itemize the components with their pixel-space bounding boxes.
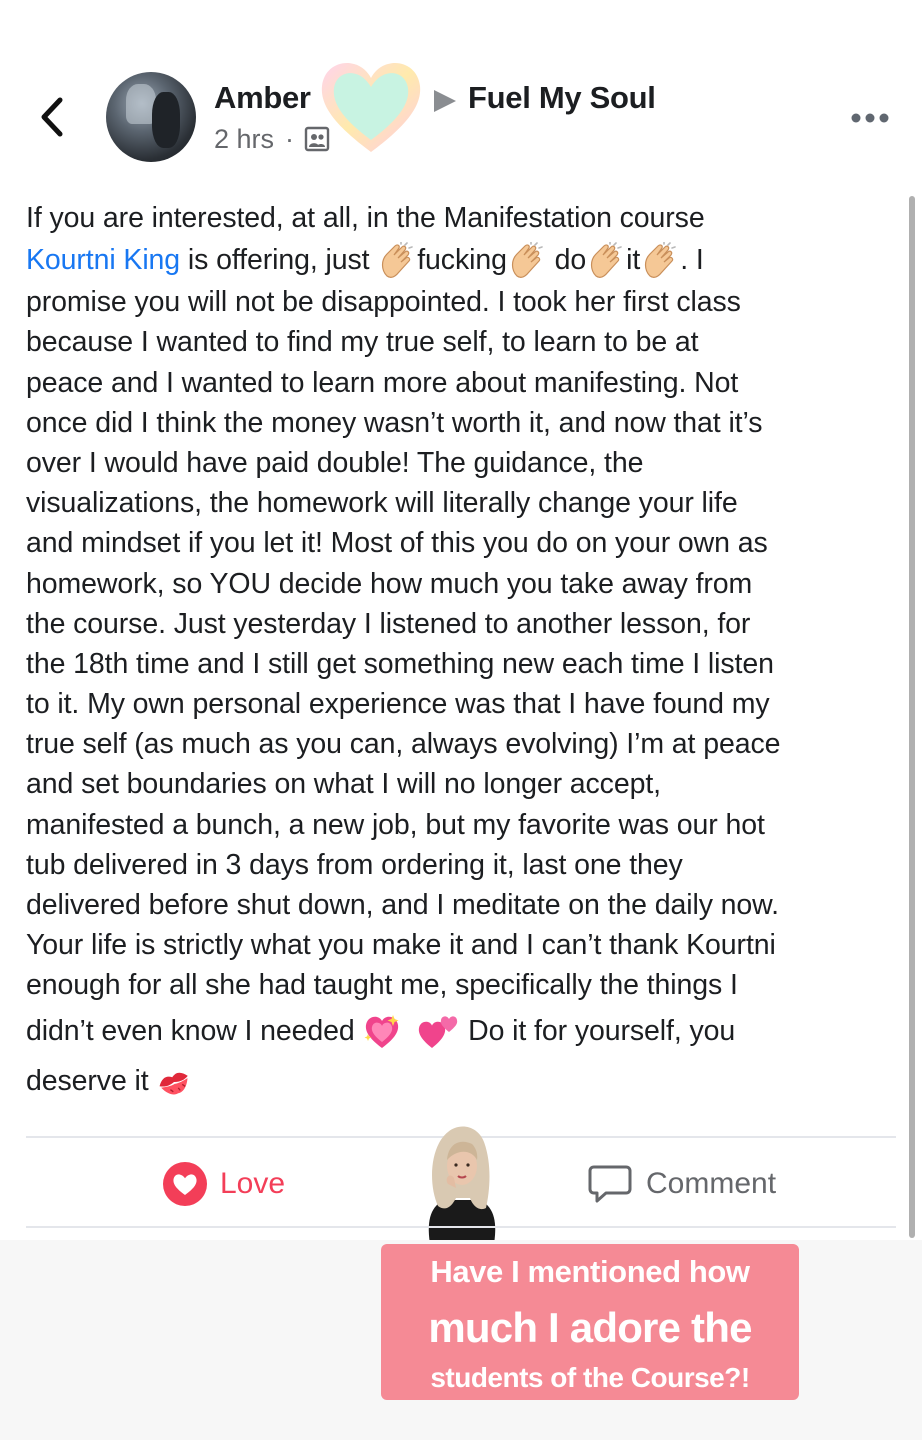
post-line: once did I think the money wasn’t worth … xyxy=(26,406,763,439)
triangle-right-icon xyxy=(434,90,456,112)
post-card: Amber Fuel My Soul 2 hrs · If you are in… xyxy=(0,0,922,1244)
post-line: and mindset if you let it! Most of this … xyxy=(26,527,768,560)
post-text-span: Do it for yourself, you xyxy=(460,1014,736,1047)
post-line: delivered before shut down, and I medita… xyxy=(26,889,779,921)
chevron-left-icon[interactable] xyxy=(34,94,74,140)
separator-dot: · xyxy=(285,124,294,154)
clapping-hands-icon xyxy=(586,242,626,282)
group-name[interactable]: Fuel My Soul xyxy=(468,80,656,116)
post-text-span: deserve it xyxy=(26,1064,157,1097)
caption-line: Have I mentioned how xyxy=(430,1254,750,1289)
avatar[interactable] xyxy=(106,72,196,162)
scrollbar[interactable] xyxy=(909,196,915,1238)
post-text: If you are interested, at all, in the Ma… xyxy=(26,198,906,1106)
post-line: because I wanted to find my true self, t… xyxy=(26,326,699,359)
post-line: to it. My own personal experience was th… xyxy=(26,688,770,721)
post-line: manifested a bunch, a new job, but my fa… xyxy=(26,808,765,841)
post-line: visualizations, the homework will litera… xyxy=(26,487,738,520)
post-text-span: is offering, just xyxy=(180,244,378,277)
post-text-span: . I xyxy=(680,244,704,277)
post-text-span: didn’t even know I needed xyxy=(26,1014,363,1047)
clapping-hands-icon xyxy=(507,242,547,282)
divider xyxy=(26,1226,896,1228)
love-label: Love xyxy=(220,1167,286,1200)
story-caption: Have I mentioned how much I adore the st… xyxy=(381,1244,799,1400)
post-line: peace and I wanted to learn more about m… xyxy=(26,366,739,399)
post-text-span: do xyxy=(546,244,587,277)
more-icon[interactable] xyxy=(850,112,890,124)
post-line: Kourtni King is offering, just fucking d… xyxy=(26,238,906,282)
post-line: enough for all she had taught me, specif… xyxy=(26,969,738,1002)
post-line: didn’t even know I needed Do it for your… xyxy=(26,1006,906,1056)
clapping-hands-icon xyxy=(640,242,680,282)
caption-line: students of the Course?! xyxy=(430,1362,750,1393)
post-line: promise you will not be disappointed. I … xyxy=(26,286,741,319)
post-line: the 18th time and I still get something … xyxy=(26,647,774,680)
kiss-mark-icon xyxy=(159,1072,189,1095)
caption-line: much I adore the xyxy=(428,1304,752,1351)
two-hearts-icon xyxy=(419,1016,458,1049)
post-line: over I would have paid double! The guida… xyxy=(26,446,644,479)
post-line: and set boundaries on what I will no lon… xyxy=(26,768,661,801)
audience-icon[interactable] xyxy=(304,126,330,152)
mention-link[interactable]: Kourtni King xyxy=(26,244,180,276)
post-text-span: fucking xyxy=(417,244,507,277)
post-line: If you are interested, at all, in the Ma… xyxy=(26,202,705,234)
love-reaction-icon xyxy=(163,1162,207,1206)
post-line: deserve it xyxy=(26,1056,906,1106)
post-line: homework, so YOU decide how much you tak… xyxy=(26,567,753,600)
post-line: tub delivered in 3 days from ordering it… xyxy=(26,848,683,881)
post-line: Your life is strictly what you make it a… xyxy=(26,929,776,962)
post-text-span: it xyxy=(626,244,641,277)
heart-sticker xyxy=(321,62,421,152)
post-timestamp[interactable]: 2 hrs xyxy=(214,124,274,155)
comment-icon xyxy=(588,1165,632,1203)
sparkling-heart-icon xyxy=(364,1015,399,1049)
comment-label: Comment xyxy=(646,1167,777,1200)
author-name[interactable]: Amber xyxy=(214,80,311,116)
post-line: true self (as much as you can, always ev… xyxy=(26,728,781,761)
post-line: the course. Just yesterday I listened to… xyxy=(26,607,751,640)
clapping-hands-icon xyxy=(377,242,417,282)
comment-button[interactable]: Comment xyxy=(588,1160,776,1208)
love-button[interactable]: Love xyxy=(162,1160,285,1208)
